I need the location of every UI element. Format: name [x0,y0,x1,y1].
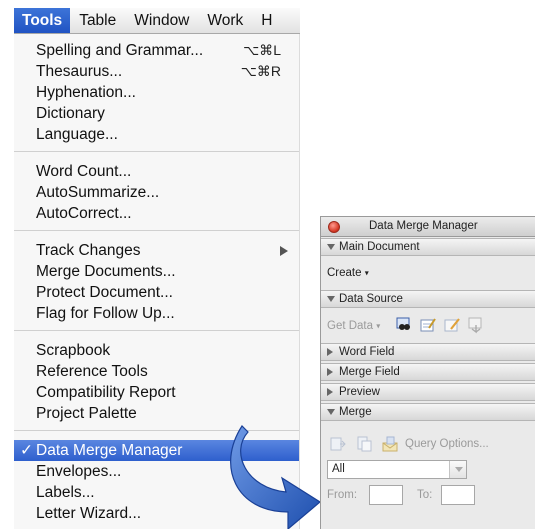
section-label: Main Document [339,241,420,253]
keyboard-shortcut: ⌥⌘R [240,63,281,79]
menubar-table[interactable]: Table [70,8,125,33]
checkmark-icon: ✓ [20,442,33,459]
menu-item-label: Data Merge Manager [36,442,183,459]
menu-item-label: AutoSummarize... [36,184,160,201]
caret-down-icon: ▾ [376,321,381,331]
merge-records-value: All [332,463,345,475]
menu-item-label: Merge Documents... [36,263,176,280]
query-options-button[interactable]: Query Options... [405,438,489,450]
close-icon[interactable] [328,221,340,233]
menu-item-flag-for-follow-up[interactable]: Flag for Follow Up... [14,303,299,324]
create-button[interactable]: Create ▾ [327,267,369,279]
section-label: Merge [339,406,372,418]
menu-item-label: Language... [36,126,118,143]
menu-item-protect-document[interactable]: Protect Document... [14,282,299,303]
menu-item-label: Dictionary [36,105,105,122]
menu-item-track-changes[interactable]: Track Changes [14,240,299,261]
menu-bar: Tools Table Window Work H [14,8,300,34]
menu-item-label: Letter Wizard... [36,505,142,522]
caret-down-icon: ▾ [364,268,369,278]
keyboard-shortcut: ⌥⌘L [243,42,281,58]
menu-item-label: Reference Tools [36,363,148,380]
disclosure-right-icon [327,368,333,376]
menu-separator [14,330,299,331]
to-label: To: [417,489,433,501]
menubar-work[interactable]: Work [198,8,252,33]
section-data-source[interactable]: Data Source [321,290,535,308]
from-label: From: [327,489,358,501]
merge-to-document-icon[interactable] [329,435,347,453]
palette-title: Data Merge Manager [369,220,478,232]
section-label: Merge Field [339,366,400,378]
menu-separator [14,151,299,152]
merge-to-printer-icon[interactable] [355,435,373,453]
disclosure-right-icon [327,388,333,396]
section-label: Word Field [339,346,395,358]
submenu-arrow-icon [280,246,288,256]
section-merge[interactable]: Merge [321,403,535,421]
section-main-document[interactable]: Main Document [321,238,535,256]
menu-item-label: Project Palette [36,405,137,422]
menu-item-label: Thesaurus... [36,63,123,80]
menu-item-label: AutoCorrect... [36,205,132,222]
merge-records-select[interactable]: All [327,460,467,479]
disclosure-down-icon [327,296,335,302]
find-record-icon[interactable] [395,316,413,334]
menu-item-dictionary[interactable]: Dictionary [14,103,299,124]
get-data-label: Get Data [327,320,374,332]
menu-item-label: Word Count... [36,163,132,180]
section-label: Data Source [339,293,403,305]
menu-item-label: Envelopes... [36,463,122,480]
menu-item-compatibility-report[interactable]: Compatibility Report [14,382,299,403]
menu-item-label: Track Changes [36,242,141,259]
disclosure-right-icon [327,348,333,356]
menu-item-thesaurus[interactable]: Thesaurus... ⌥⌘R [14,61,299,82]
chevron-down-icon[interactable] [449,461,466,478]
menu-item-label: Labels... [36,484,95,501]
menu-item-autocorrect[interactable]: AutoCorrect... [14,203,299,224]
menu-item-reference-tools[interactable]: Reference Tools [14,361,299,382]
disclosure-down-icon [327,409,335,415]
disclosure-down-icon [327,244,335,250]
section-merge-field[interactable]: Merge Field [321,363,535,381]
return-icon[interactable] [467,316,485,334]
from-field[interactable] [369,485,403,505]
menu-item-label: Flag for Follow Up... [36,305,175,322]
menu-item-label: Scrapbook [36,342,111,359]
menu-item-hyphenation[interactable]: Hyphenation... [14,82,299,103]
merge-to-email-icon[interactable] [381,435,399,453]
menu-item-label: Spelling and Grammar... [36,42,204,59]
menubar-tools[interactable]: Tools [14,8,71,33]
menu-item-label: Hyphenation... [36,84,136,101]
edit-source-icon[interactable] [443,316,461,334]
menu-item-merge-documents[interactable]: Merge Documents... [14,261,299,282]
menu-item-word-count[interactable]: Word Count... [14,161,299,182]
menu-item-scrapbook[interactable]: Scrapbook [14,340,299,361]
edit-data-source-icon[interactable] [419,316,437,334]
menu-item-autosummarize[interactable]: AutoSummarize... [14,182,299,203]
menu-item-spelling-and-grammar[interactable]: Spelling and Grammar... ⌥⌘L [14,40,299,61]
menu-item-label: Compatibility Report [36,384,176,401]
to-field[interactable] [441,485,475,505]
menubar-window[interactable]: Window [125,8,198,33]
menu-item-label: Protect Document... [36,284,173,301]
section-word-field[interactable]: Word Field [321,343,535,361]
menubar-h[interactable]: H [252,8,281,33]
section-preview[interactable]: Preview [321,383,535,401]
menu-separator [14,230,299,231]
create-label: Create [327,267,362,279]
section-label: Preview [339,386,380,398]
palette-title-bar[interactable]: Data Merge Manager [321,217,535,237]
menu-item-language[interactable]: Language... [14,124,299,145]
data-merge-manager-palette: Data Merge Manager Main Document Create … [320,216,535,529]
get-data-button[interactable]: Get Data ▾ [327,320,380,332]
